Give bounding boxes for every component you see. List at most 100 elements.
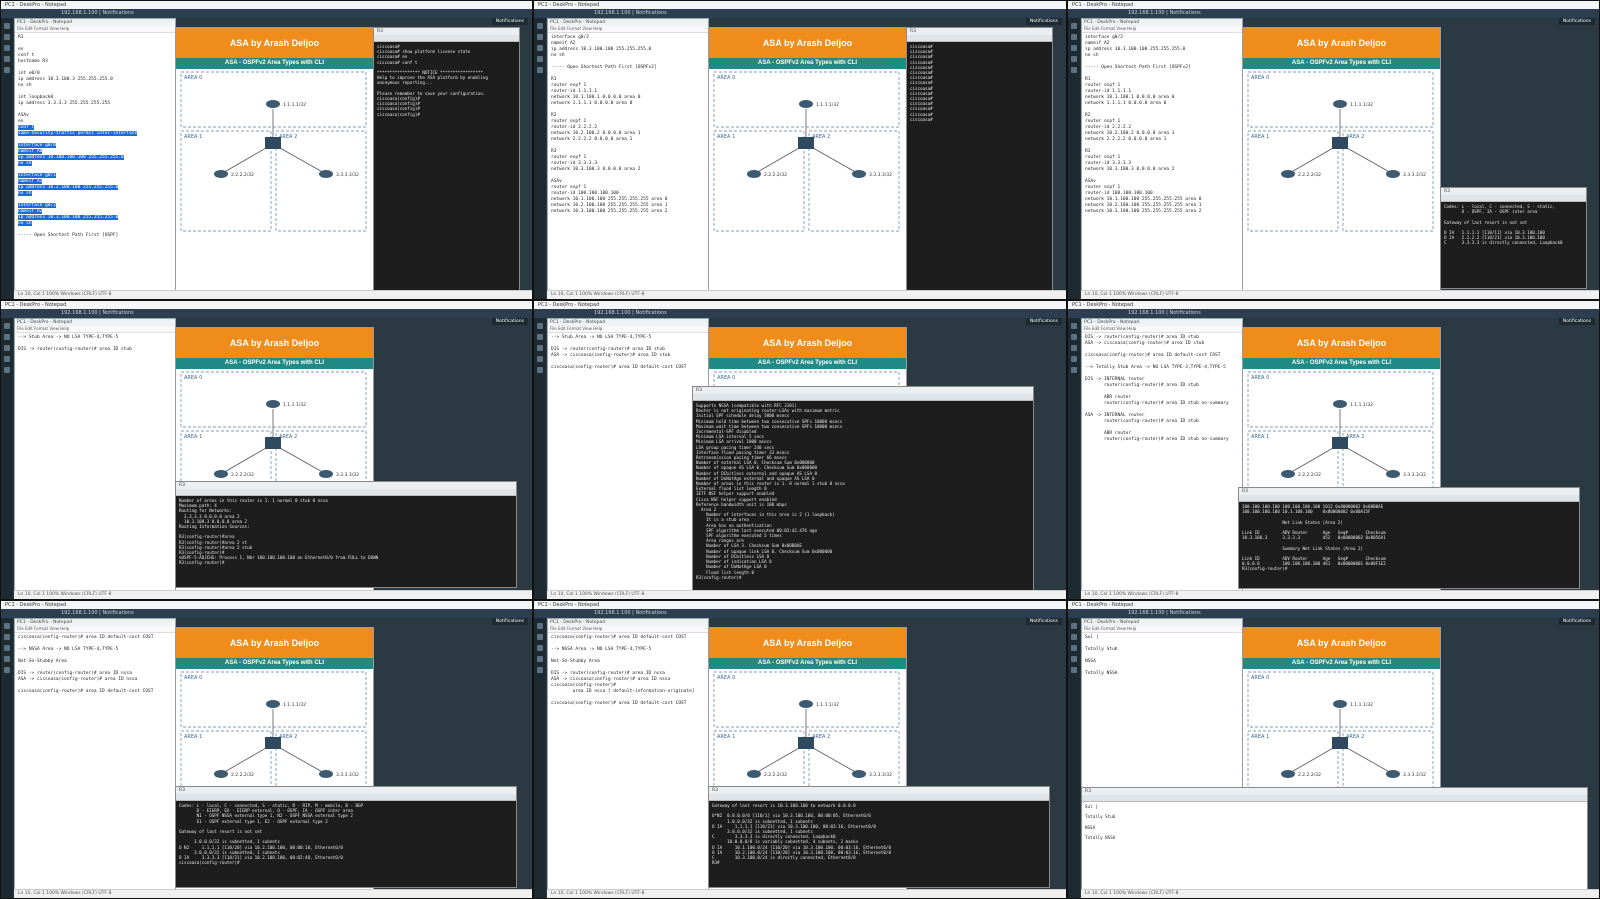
notifications-button[interactable]: Notifications bbox=[491, 318, 528, 325]
notifications-button[interactable]: Notifications bbox=[1025, 318, 1062, 325]
notepad-text[interactable]: interface g0/2 nameif A2 ip address 10.3… bbox=[548, 33, 708, 217]
terminal-window[interactable]: R3 Gateway of last resort is 10.3.100.10… bbox=[708, 786, 1050, 888]
terminal-window[interactable]: R3 ciscoasa# ciscoasa# ciscoasa# ciscoas… bbox=[906, 27, 1053, 291]
notepad-menu[interactable]: File Edit Format View Help bbox=[548, 26, 708, 33]
notepad-menu[interactable]: File Edit Format View Help bbox=[15, 26, 175, 33]
user-icon[interactable] bbox=[1071, 367, 1077, 373]
browser-address-bar[interactable]: 192.168.1.100 | Notifications bbox=[534, 609, 1066, 618]
notepad-menu[interactable]: File Edit Format View Help bbox=[15, 326, 175, 333]
terminal-icon[interactable] bbox=[1071, 345, 1077, 351]
home-icon[interactable] bbox=[537, 623, 543, 629]
notifications-button[interactable]: Notifications bbox=[1558, 18, 1595, 25]
home-icon[interactable] bbox=[537, 23, 543, 29]
notepad-menu[interactable]: File Edit Format View Help bbox=[1082, 26, 1242, 33]
terminal-toolbar[interactable] bbox=[907, 35, 1052, 42]
folder-icon[interactable] bbox=[537, 334, 543, 340]
browser-address-bar[interactable]: 192.168.1.100 | Notifications bbox=[534, 9, 1066, 18]
terminal-window[interactable]: R3 Sul | Totally Stub NSSA Totally NSSA bbox=[1081, 787, 1588, 891]
folder-icon[interactable] bbox=[537, 34, 543, 40]
notifications-button[interactable]: Notifications bbox=[1025, 618, 1062, 625]
terminal-window[interactable]: R3 Codes: L - local, C - connected, S - … bbox=[175, 786, 517, 888]
notepad-text[interactable]: Sul | Totally Stub NSSA Totally NSSA bbox=[1082, 633, 1242, 679]
home-icon[interactable] bbox=[4, 323, 10, 329]
home-icon[interactable] bbox=[4, 623, 10, 629]
terminal-toolbar[interactable] bbox=[1239, 495, 1579, 502]
browser-address-bar[interactable]: 192.168.1.100 | Notifications bbox=[1068, 609, 1599, 618]
notepad-text[interactable]: DIS -> router(config-router)# area ID st… bbox=[1082, 333, 1242, 445]
notepad-text[interactable]: ciscoasa(config-router)# area ID default… bbox=[15, 633, 175, 697]
terminal-window[interactable]: R3 Supports NSSA (compatible with RFC 31… bbox=[692, 386, 1034, 591]
settings-icon[interactable] bbox=[537, 56, 543, 62]
settings-icon[interactable] bbox=[1071, 356, 1077, 362]
user-icon[interactable] bbox=[4, 667, 10, 673]
folder-icon[interactable] bbox=[537, 634, 543, 640]
notepad-menu[interactable]: File Edit Format View Help bbox=[548, 326, 708, 333]
terminal-toolbar[interactable] bbox=[176, 794, 516, 801]
terminal-toolbar[interactable] bbox=[709, 794, 1049, 801]
user-icon[interactable] bbox=[537, 67, 543, 73]
notepad-text[interactable]: ciscoasa(config-router)# area ID default… bbox=[548, 633, 708, 709]
terminal-icon[interactable] bbox=[537, 345, 543, 351]
settings-icon[interactable] bbox=[4, 56, 10, 62]
terminal-icon[interactable] bbox=[4, 345, 10, 351]
terminal-icon[interactable] bbox=[537, 645, 543, 651]
settings-icon[interactable] bbox=[1071, 656, 1077, 662]
notepad-window[interactable]: PC1 - DeskPro - Notepad File Edit Format… bbox=[1081, 318, 1243, 591]
home-icon[interactable] bbox=[1071, 623, 1077, 629]
browser-address-bar[interactable]: 192.168.1.100 | Notifications bbox=[1, 609, 532, 618]
settings-icon[interactable] bbox=[537, 356, 543, 362]
home-icon[interactable] bbox=[537, 323, 543, 329]
notifications-button[interactable]: Notifications bbox=[1558, 618, 1595, 625]
settings-icon[interactable] bbox=[4, 356, 10, 362]
browser-address-bar[interactable]: 192.168.1.100 | Notifications bbox=[534, 309, 1066, 318]
notepad-menu[interactable]: File Edit Format View Help bbox=[548, 626, 708, 633]
folder-icon[interactable] bbox=[1071, 334, 1077, 340]
terminal-window[interactable]: R3 Codes: L - local, C - connected, S - … bbox=[1440, 187, 1587, 289]
terminal-toolbar[interactable] bbox=[693, 394, 1033, 401]
notifications-button[interactable]: Notifications bbox=[491, 18, 528, 25]
notepad-text[interactable]: interface g0/2 nameif A2 ip address 10.3… bbox=[1082, 33, 1242, 217]
user-icon[interactable] bbox=[1071, 67, 1077, 73]
folder-icon[interactable] bbox=[4, 634, 10, 640]
notepad-text[interactable]: --> Stub Area -> NO LSA TYPE-4,TYPE-5 DI… bbox=[15, 333, 175, 355]
notifications-button[interactable]: Notifications bbox=[1558, 318, 1595, 325]
terminal-toolbar[interactable] bbox=[374, 35, 519, 42]
home-icon[interactable] bbox=[1071, 323, 1077, 329]
browser-address-bar[interactable]: 192.168.1.100 | Notifications bbox=[1068, 309, 1599, 318]
settings-icon[interactable] bbox=[1071, 56, 1077, 62]
user-icon[interactable] bbox=[4, 367, 10, 373]
terminal-icon[interactable] bbox=[1071, 645, 1077, 651]
settings-icon[interactable] bbox=[537, 656, 543, 662]
notepad-menu[interactable]: File Edit Format View Help bbox=[15, 626, 175, 633]
notepad-text[interactable]: R3 en conf t hostname R3 int e0/0 ip add… bbox=[15, 33, 175, 241]
notepad-window[interactable]: PC1 - DeskPro - Notepad File Edit Format… bbox=[1081, 18, 1243, 291]
notepad-text[interactable]: --> Stub Area -> NO LSA TYPE-4,TYPE-5 DI… bbox=[548, 333, 708, 373]
browser-address-bar[interactable]: 192.168.1.100 | Notifications bbox=[1, 9, 532, 18]
browser-address-bar[interactable]: 192.168.1.100 | Notifications bbox=[1068, 9, 1599, 18]
browser-address-bar[interactable]: 192.168.1.100 | Notifications bbox=[1, 309, 532, 318]
terminal-window[interactable]: R3 ciscoasa# ciscoasa# show platform lic… bbox=[373, 27, 520, 291]
notepad-window[interactable]: PC1 - DeskPro - Notepad File Edit Format… bbox=[14, 18, 176, 291]
folder-icon[interactable] bbox=[1071, 634, 1077, 640]
terminal-toolbar[interactable] bbox=[1441, 195, 1586, 202]
user-icon[interactable] bbox=[537, 367, 543, 373]
terminal-toolbar[interactable] bbox=[1082, 795, 1587, 802]
notifications-button[interactable]: Notifications bbox=[1025, 18, 1062, 25]
terminal-toolbar[interactable] bbox=[176, 489, 516, 496]
terminal-window[interactable]: R3 Number of areas in this router is 1. … bbox=[175, 481, 517, 588]
notepad-window[interactable]: PC1 - DeskPro - Notepad File Edit Format… bbox=[547, 318, 709, 591]
notepad-window[interactable]: PC1 - DeskPro - Notepad File Edit Format… bbox=[14, 618, 176, 890]
notepad-window[interactable]: PC1 - DeskPro - Notepad File Edit Format… bbox=[547, 18, 709, 291]
folder-icon[interactable] bbox=[4, 34, 10, 40]
terminal-icon[interactable] bbox=[537, 45, 543, 51]
folder-icon[interactable] bbox=[4, 334, 10, 340]
terminal-window[interactable]: R3 100.100.100.100 100.100.100.100 1012 … bbox=[1238, 487, 1580, 589]
terminal-icon[interactable] bbox=[4, 645, 10, 651]
settings-icon[interactable] bbox=[4, 656, 10, 662]
notepad-window[interactable]: PC1 - DeskPro - Notepad File Edit Format… bbox=[547, 618, 709, 890]
user-icon[interactable] bbox=[537, 667, 543, 673]
home-icon[interactable] bbox=[4, 23, 10, 29]
notepad-window[interactable]: PC1 - DeskPro - Notepad File Edit Format… bbox=[14, 318, 176, 591]
home-icon[interactable] bbox=[1071, 23, 1077, 29]
terminal-icon[interactable] bbox=[1071, 45, 1077, 51]
